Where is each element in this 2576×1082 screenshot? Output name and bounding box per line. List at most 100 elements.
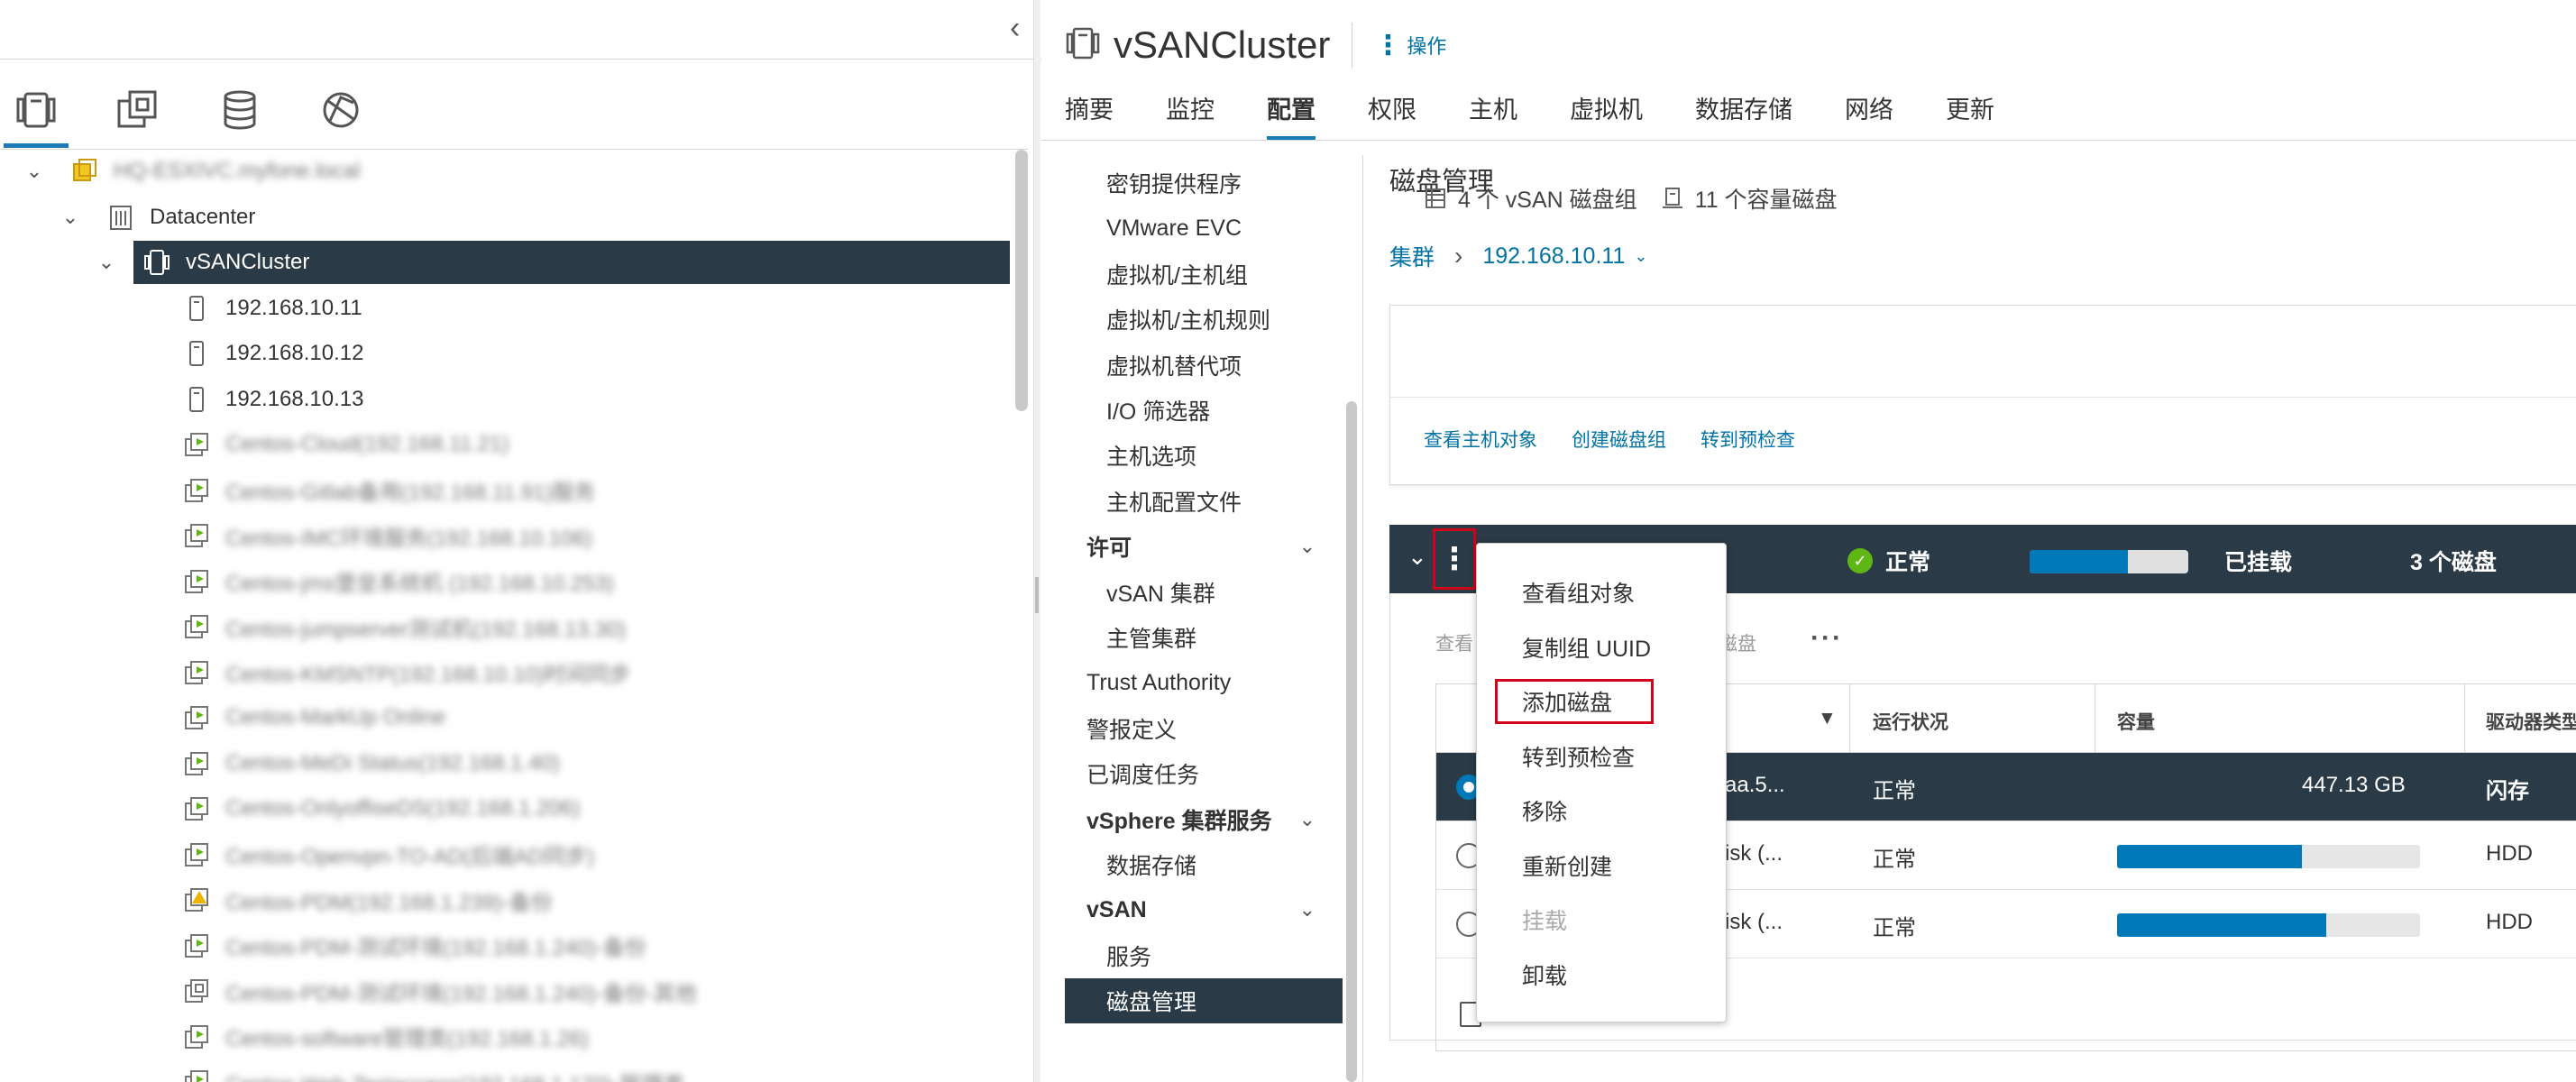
config-nav-item[interactable]: Trust Authority — [1041, 660, 1343, 705]
create-disk-group-link[interactable]: 创建磁盘组 — [1572, 426, 1666, 453]
networking-icon[interactable] — [314, 83, 368, 137]
config-nav-item[interactable]: VMware EVC — [1041, 206, 1343, 251]
tree-node[interactable]: Centos-Openvpn-TO-AD(后端AD同步) — [0, 833, 1010, 876]
column-health[interactable]: 运行状况 — [1873, 708, 1948, 735]
tree-node[interactable]: 192.168.10.13 — [0, 378, 1010, 421]
tree-node[interactable]: Centos-KMSNTP(192.168.10.10)时间同步 — [0, 651, 1010, 694]
tree-node[interactable]: ⌄ HQ-ESXIVC.myfone.local — [0, 150, 1010, 193]
config-nav-item[interactable]: 虚拟机/主机规则 — [1041, 297, 1343, 342]
tab-8[interactable]: 更新 — [1946, 90, 1994, 141]
storage-icon[interactable] — [213, 83, 267, 137]
tree-node[interactable]: Centos-software管理类(192.168.1.26) — [0, 1015, 1010, 1059]
collapse-pane-icon[interactable]: ‹ — [1010, 11, 1020, 46]
context-menu-item[interactable]: 移除 — [1522, 794, 1567, 827]
tree-node[interactable]: Centos-jumpserver测试机(192.168.13.30) — [0, 605, 1010, 648]
tree-node[interactable]: Centos-IMC环境服务(192.168.10.106) — [0, 514, 1010, 557]
tree-twisty-icon[interactable]: ⌄ — [60, 206, 81, 229]
pane-splitter[interactable] — [1033, 0, 1040, 1082]
chevron-down-icon[interactable]: ⌄ — [1634, 247, 1647, 266]
tree-twisty-icon[interactable]: ⌄ — [23, 160, 45, 183]
summary-card — [1389, 305, 2576, 485]
vms-templates-icon[interactable] — [110, 83, 164, 137]
chevron-down-icon[interactable]: ⌄ — [1407, 543, 1427, 571]
tree-node[interactable]: Centos-PDM(192.168.1.239)-备份 — [0, 878, 1010, 922]
tree-node[interactable]: Centos-Gitlab备用(192.168.11.91)服务 — [0, 469, 1010, 512]
filter-icon[interactable]: ▼ — [1818, 708, 1837, 729]
tree-node-label: Centos-jms堡垒系统机 (192.168.10.253) — [225, 572, 614, 596]
config-nav-label: 虚拟机/主机规则 — [1106, 308, 1270, 335]
column-capacity[interactable]: 容量 — [2117, 708, 2155, 735]
tree-node[interactable]: Centos-Cloud(192.168.11.21) — [0, 423, 1010, 466]
tree-node[interactable]: Centos-Web-Testaccess(192.168.1.170)-管理类 — [0, 1060, 1010, 1082]
tree-node[interactable]: Centos-PDM-测试环境(192.168.1.240)-备份 — [0, 924, 1010, 967]
tree-node[interactable]: Centos-OnlyoffiseDS(192.168.1.206) — [0, 787, 1010, 830]
tab-5[interactable]: 虚拟机 — [1570, 90, 1643, 141]
context-menu-item[interactable]: 查看组对象 — [1522, 576, 1635, 609]
config-nav-item[interactable]: 主管集群 — [1041, 615, 1343, 660]
config-nav-label: Trust Authority — [1086, 669, 1232, 695]
tree-node[interactable]: ⌄ Datacenter — [0, 196, 1010, 239]
config-nav-scrollbar[interactable] — [1346, 401, 1357, 1082]
tree-node[interactable]: Centos-PDM-测试环境(192.168.1.240)-备份-其他 — [0, 969, 1010, 1013]
disk-capacity-bar — [2117, 845, 2420, 868]
tree-twisty-icon[interactable]: ⌄ — [96, 251, 117, 274]
tab-0[interactable]: 摘要 — [1065, 90, 1114, 141]
tree-node[interactable]: 192.168.10.11 — [0, 287, 1010, 330]
actions-button[interactable]: ⋮ 操作 — [1374, 30, 1446, 61]
splitter-grip[interactable] — [1035, 577, 1039, 613]
capacity-disk-count: 11 个容量磁盘 — [1694, 188, 1838, 213]
config-nav-label: 主机配置文件 — [1106, 490, 1242, 516]
config-nav-item[interactable]: 数据存储 — [1041, 842, 1343, 887]
vm-icon — [180, 793, 213, 825]
more-actions-icon[interactable]: ··· — [1811, 623, 1843, 654]
config-nav-item[interactable]: 服务 — [1041, 933, 1343, 978]
breadcrumb-root[interactable]: 集群 — [1389, 240, 1435, 272]
config-nav-item[interactable]: 已调度任务 — [1041, 751, 1343, 796]
config-nav-item[interactable]: 密钥提供程序 — [1041, 160, 1343, 206]
tree-node[interactable]: Centos-MarkUp Online — [0, 696, 1010, 739]
config-nav-item[interactable]: 许可 ⌄ — [1041, 524, 1343, 569]
disk-group-kebab-button[interactable]: ⋮ — [1433, 528, 1476, 590]
config-nav-item[interactable]: vSAN ⌄ — [1041, 887, 1343, 932]
hosts-clusters-icon[interactable] — [4, 83, 69, 148]
chevron-down-icon[interactable]: ⌄ — [1299, 535, 1316, 558]
tab-3[interactable]: 权限 — [1368, 90, 1416, 141]
tree-node[interactable]: 192.168.10.12 — [0, 332, 1010, 375]
tab-4[interactable]: 主机 — [1469, 90, 1517, 141]
inventory-scrollbar[interactable] — [1015, 150, 1028, 411]
tab-2[interactable]: 配置 — [1267, 90, 1316, 141]
context-menu-item[interactable]: 重新创建 — [1522, 849, 1612, 882]
breadcrumb-host-select[interactable]: 192.168.10.11 — [1482, 243, 1625, 270]
view-host-objects-link[interactable]: 查看主机对象 — [1424, 426, 1537, 453]
tree-node[interactable]: Centos-MeDi Status(192.168.1.40) — [0, 742, 1010, 785]
config-nav-item[interactable]: I/O 筛选器 — [1041, 388, 1343, 433]
tab-6[interactable]: 数据存储 — [1695, 90, 1792, 141]
config-nav-item[interactable]: vSAN 集群 — [1041, 570, 1343, 615]
tree-node-label: Centos-PDM(192.168.1.239)-备份 — [225, 890, 553, 915]
config-nav-item[interactable]: 主机配置文件 — [1041, 479, 1343, 524]
chevron-down-icon[interactable]: ⌄ — [1299, 808, 1316, 831]
context-menu-item[interactable]: 添加磁盘 — [1522, 685, 1612, 718]
config-nav-item[interactable]: 警报定义 — [1041, 706, 1343, 751]
tree-node[interactable]: ⌄ vSANCluster — [98, 241, 1010, 284]
tree-node[interactable]: Centos-jms堡垒系统机 (192.168.10.253) — [0, 560, 1010, 603]
disk-capacity-bar — [2117, 913, 2420, 937]
context-menu-item[interactable]: 卸载 — [1522, 958, 1567, 991]
config-nav-item[interactable]: 主机选项 — [1041, 433, 1343, 478]
config-nav-item[interactable]: 虚拟机替代项 — [1041, 343, 1343, 388]
config-nav-item[interactable]: 虚拟机/主机组 — [1041, 252, 1343, 297]
config-nav-item[interactable]: 磁盘管理 — [1065, 978, 1343, 1024]
view-disk-button[interactable]: 查看 — [1435, 629, 1473, 656]
tab-7[interactable]: 网络 — [1845, 90, 1893, 141]
config-nav-item[interactable]: vSphere 集群服务 ⌄ — [1041, 797, 1343, 842]
tab-1[interactable]: 监控 — [1166, 90, 1215, 141]
chevron-down-icon[interactable]: ⌄ — [1299, 898, 1316, 922]
go-to-precheck-link[interactable]: 转到预检查 — [1701, 426, 1795, 453]
chevron-right-icon: › — [1454, 242, 1463, 270]
tree-node-label: Centos-jumpserver测试机(192.168.13.30) — [225, 617, 627, 642]
host-icon — [180, 383, 213, 416]
context-menu-item[interactable]: 复制组 UUID — [1522, 631, 1651, 664]
column-drive-type[interactable]: 驱动器类型 — [2486, 708, 2576, 735]
context-menu-item[interactable]: 转到预检查 — [1522, 740, 1635, 773]
inventory-tree: ⌄ HQ-ESXIVC.myfone.local ⌄ Datacenter ⌄ vSANC… — [0, 150, 1010, 1082]
